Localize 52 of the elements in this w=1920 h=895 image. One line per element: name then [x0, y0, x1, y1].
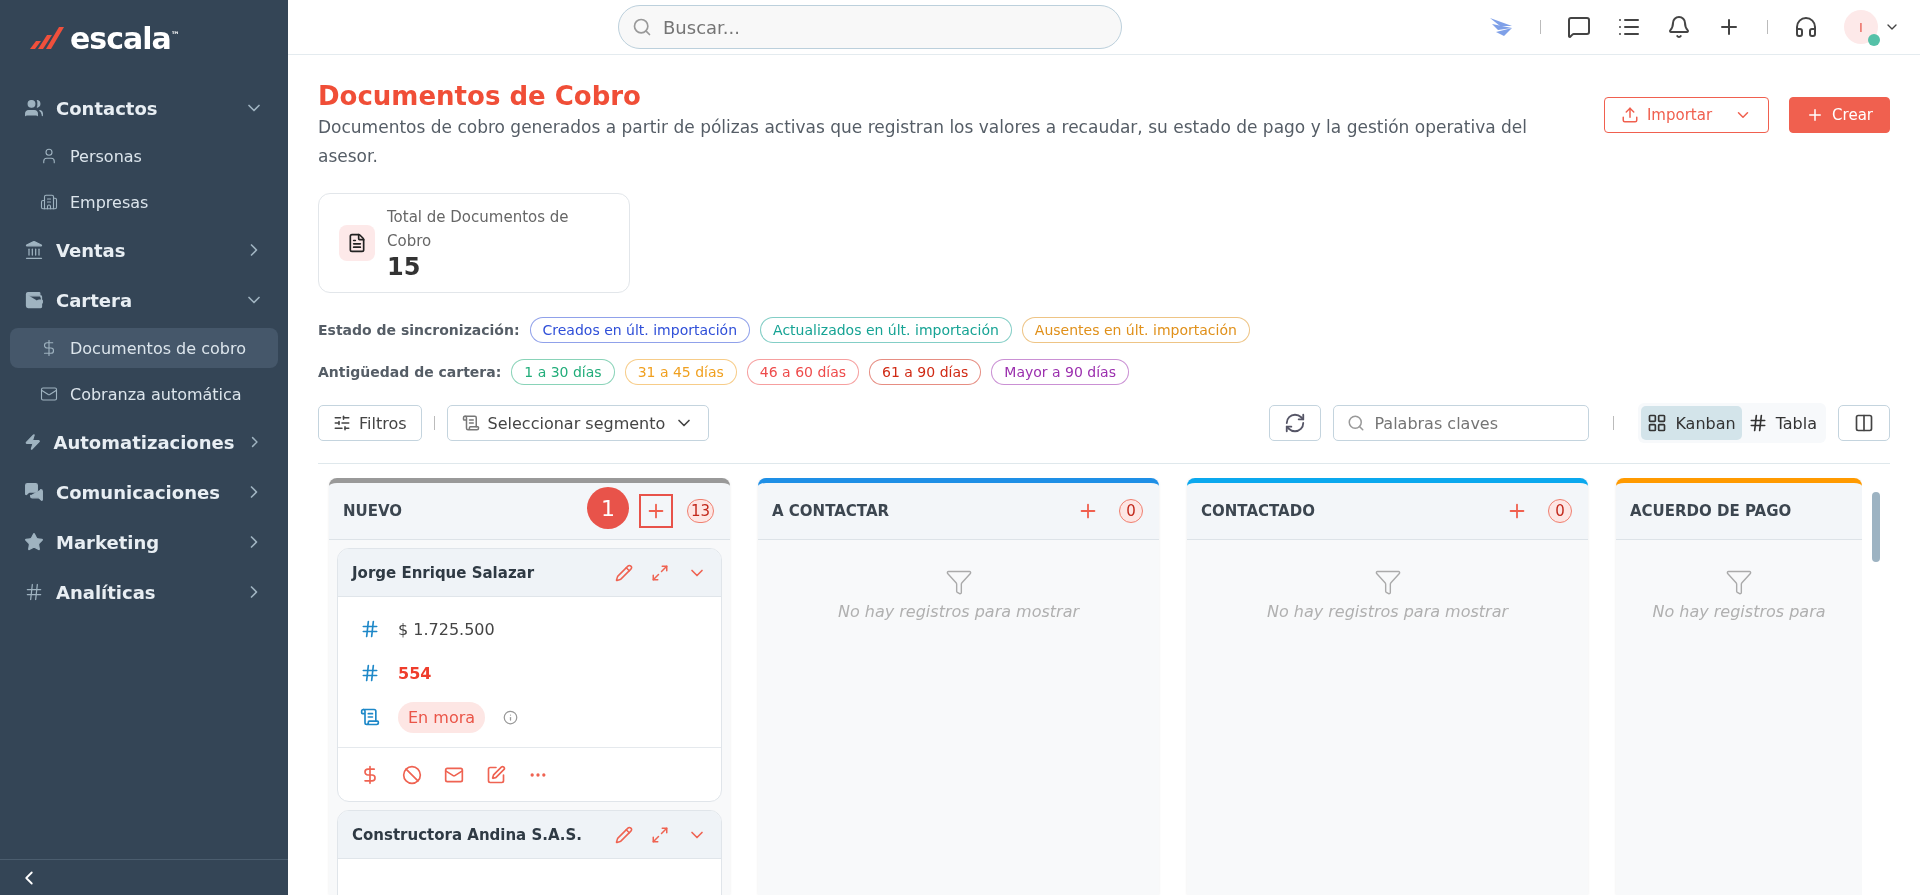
sidebar-section[interactable]: Ventas [10, 226, 278, 274]
count-badge: 0 [1119, 499, 1143, 523]
column-header: A CONTACTAR 0 [758, 478, 1159, 540]
select-label: Seleccionar segmento [487, 413, 666, 433]
button-label: Importar [1646, 106, 1713, 124]
sidebar-section[interactable]: Cartera [10, 276, 278, 324]
empty-message: No hay registros para mostrar [837, 602, 1080, 621]
filter-chip[interactable]: 46 a 60 días [746, 359, 860, 385]
sidebar-section[interactable]: Analíticas [10, 568, 278, 616]
sidebar-item[interactable]: Personas [10, 136, 278, 176]
filter-chip[interactable]: 61 a 90 días [869, 359, 982, 385]
view-tab[interactable]: Tabla [1741, 406, 1823, 440]
sidebar-section[interactable]: Automatizaciones [10, 418, 278, 466]
stat-value: 15 [387, 253, 422, 281]
count-badge: 0 [1548, 499, 1572, 523]
days-value: 554 [398, 663, 432, 683]
step-marker: 1 [586, 487, 629, 529]
brand-name: escala$^{™}$ [70, 20, 179, 56]
filter-chip[interactable]: Mayor a 90 días [991, 359, 1129, 385]
view-tab[interactable]: Kanban [1641, 406, 1742, 440]
filter-label: Estado de sincronización: [318, 322, 520, 338]
page-description: Documentos de cobro generados a partir de pólizas activas que registran los valores a recaudar, su estado de pago y la gestión operativa del asesor. [318, 116, 1529, 168]
empty-message: No hay registros para mostrar [1266, 602, 1509, 621]
sidebar-section[interactable]: Contactos [10, 84, 278, 132]
column-header: NUEVO 1 13 [329, 478, 730, 540]
filters-button[interactable]: Filtros [318, 405, 422, 441]
column-header: CONTACTADO 0 [1187, 478, 1588, 540]
button-label: Filtros [359, 413, 407, 433]
sidebar-section[interactable]: Comunicaciones [10, 468, 278, 516]
count-badge: 13 [686, 499, 714, 523]
sidebar-item[interactable]: Cobranza automática [10, 374, 278, 414]
card-title: Jorge Enrique Salazar [352, 563, 536, 582]
column-header: ACUERDO DE PAGO [1616, 478, 1862, 540]
record-card[interactable]: Jorge Enrique Salazar $ 1.725.500 554 En mora [337, 548, 722, 802]
card-title: Constructora Andina S.A.S. [352, 825, 584, 844]
tab-label: Kanban [1675, 413, 1736, 433]
keywords-field[interactable]: Palabras claves [1333, 405, 1590, 441]
filter-label: Antigüedad de cartera: [318, 364, 502, 380]
segment-select[interactable]: Seleccionar segmento [446, 405, 709, 441]
sidebar-item[interactable]: Documentos de cobro [10, 328, 278, 368]
stat-label: Total de Documentos de Cobro [387, 207, 570, 252]
amount-value: $ 1.725.500 [398, 619, 495, 639]
sidebar-section[interactable]: Marketing [10, 518, 278, 566]
page-title: Documentos de Cobro [318, 81, 642, 111]
filter-chip[interactable]: Creados en últ. importación [529, 317, 751, 343]
tab-label: Tabla [1775, 413, 1817, 433]
search-field[interactable]: Buscar... [618, 5, 1122, 49]
status-tag: En mora [398, 701, 486, 733]
empty-message: No hay registros para [1652, 602, 1826, 621]
record-card[interactable]: Constructora Andina S.A.S. [337, 810, 722, 895]
button-label: Crear [1832, 106, 1873, 124]
sidebar-item[interactable]: Empresas [10, 182, 278, 222]
